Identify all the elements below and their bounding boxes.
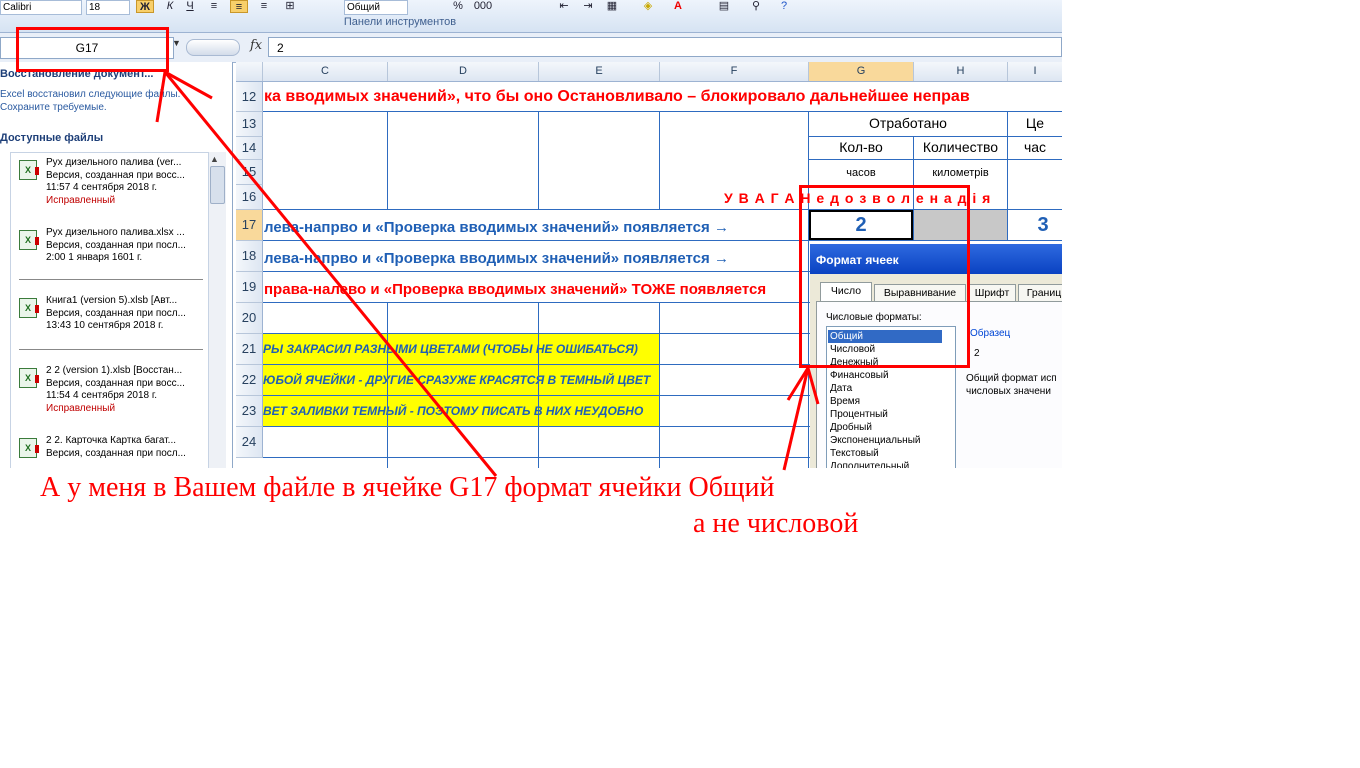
annotation-text-line1: А у меня в Вашем файле в ячейке G17 форм… — [40, 472, 775, 503]
arrow-to-name-box — [163, 71, 498, 477]
arrow-head-right-2 — [806, 367, 820, 405]
arrow-head-right — [164, 70, 213, 100]
annotation-text-line2: а не числовой — [693, 508, 859, 539]
arrow-to-format — [782, 367, 810, 471]
arrow-head-left — [155, 71, 167, 123]
annotation-arrows — [155, 70, 820, 477]
